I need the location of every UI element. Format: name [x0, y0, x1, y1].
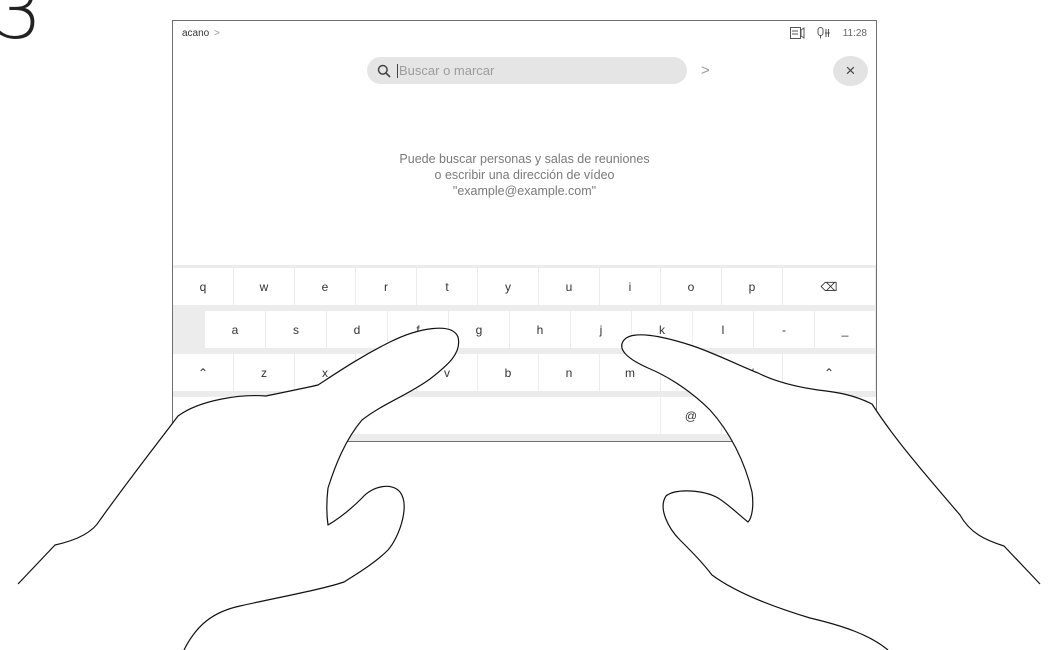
key-c[interactable]: c — [356, 354, 416, 391]
key-m[interactable]: m — [600, 354, 660, 391]
key-w[interactable]: w — [234, 268, 294, 305]
key-x[interactable]: x — [295, 354, 355, 391]
key-y[interactable]: y — [478, 268, 538, 305]
hint-line-2: o escribir una dirección de vídeo — [434, 168, 615, 182]
key-e[interactable]: e — [295, 268, 355, 305]
key-j[interactable]: j — [571, 311, 631, 348]
space-key[interactable] — [234, 397, 660, 434]
at-key[interactable]: @ — [661, 397, 721, 434]
step-number: 3 — [0, 0, 43, 56]
hint-line-3: "example@example.com" — [452, 184, 597, 198]
microphone-icon[interactable] — [817, 27, 831, 39]
key-n[interactable]: n — [539, 354, 599, 391]
hint-line-1: Puede buscar personas y salas de reunion… — [399, 152, 650, 166]
key-s[interactable]: s — [266, 311, 326, 348]
key-r[interactable]: r — [356, 268, 416, 305]
key-t[interactable]: t — [417, 268, 477, 305]
search-input[interactable]: Buscar o marcar — [367, 57, 687, 84]
key-i[interactable]: i — [600, 268, 660, 305]
key-p[interactable]: p — [722, 268, 782, 305]
text-caret — [397, 63, 398, 78]
breadcrumb-label: acano — [182, 28, 210, 39]
backspace-key[interactable]: ⌫ — [783, 268, 875, 305]
search-go-arrow-icon[interactable]: > — [701, 62, 710, 79]
key-q[interactable]: q — [173, 268, 233, 305]
key-,[interactable]: , — [661, 354, 721, 391]
key-d[interactable]: d — [327, 311, 387, 348]
search-placeholder: Buscar o marcar — [399, 63, 495, 78]
key-k[interactable]: k — [632, 311, 692, 348]
status-bar: acano > 11:28 — [173, 21, 876, 47]
key-h[interactable]: h — [510, 311, 570, 348]
key-z[interactable]: z — [234, 354, 294, 391]
key-v[interactable]: v — [417, 354, 477, 391]
close-button[interactable]: × — [833, 56, 868, 86]
key-u[interactable]: u — [539, 268, 599, 305]
shift-key[interactable]: ⌃ — [173, 354, 233, 391]
search-icon — [377, 64, 391, 78]
return-key[interactable] — [722, 397, 876, 434]
key--[interactable]: - — [754, 311, 814, 348]
key-l[interactable]: l — [693, 311, 753, 348]
chevron-right-icon: > — [214, 28, 220, 39]
keyboard-mode-key[interactable] — [173, 397, 233, 434]
search-row: Buscar o marcar > × — [173, 56, 876, 86]
shift-key[interactable]: ⌃ — [783, 354, 875, 391]
touch-panel-screen: acano > 11:28 Buscar o marcar > × Puede … — [172, 20, 877, 442]
status-icons: 11:28 — [789, 27, 867, 39]
screen-share-icon — [789, 27, 805, 39]
clock-time: 11:28 — [842, 27, 867, 39]
key-_[interactable]: _ — [815, 311, 875, 348]
key-a[interactable]: a — [205, 311, 265, 348]
search-hint: Puede buscar personas y salas de reunion… — [173, 151, 876, 199]
key-g[interactable]: g — [449, 311, 509, 348]
key-b[interactable]: b — [478, 354, 538, 391]
key-/[interactable]: / — [722, 354, 782, 391]
key-o[interactable]: o — [661, 268, 721, 305]
breadcrumb[interactable]: acano > — [182, 28, 220, 39]
key-f[interactable]: f — [388, 311, 448, 348]
on-screen-keyboard: q w e r t y u i o p ⌫ a s d f g h j k l - _ ⌃ z x c v b n m, / ⌃ @ — [173, 265, 876, 441]
